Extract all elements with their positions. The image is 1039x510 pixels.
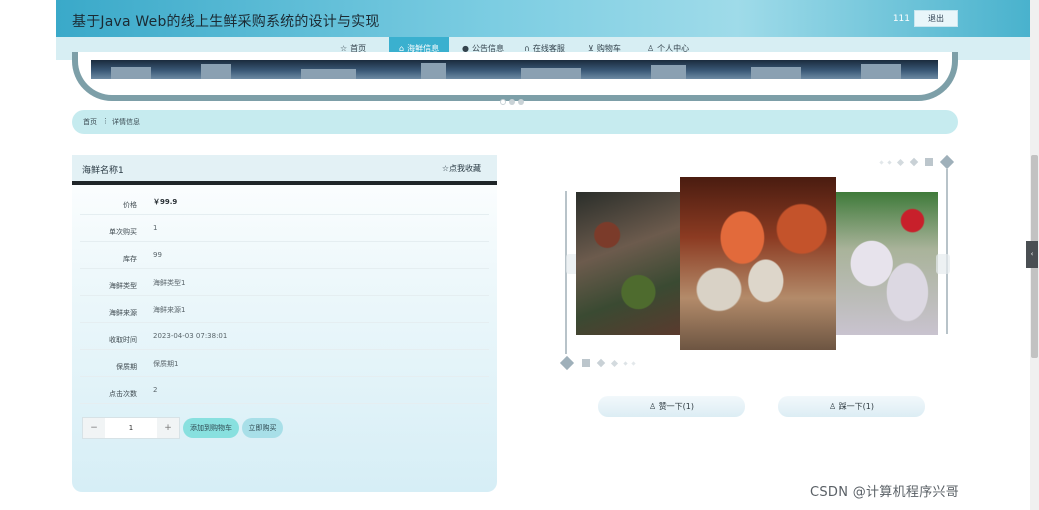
thumbs-up-icon: ♙ — [648, 402, 657, 411]
username: 111 — [892, 14, 910, 24]
field-label: 库存 — [123, 255, 137, 263]
field-row: 库存 99 — [80, 242, 489, 269]
carousel-dot[interactable] — [518, 99, 524, 105]
product-detail-panel: 海鲜名称1 ☆点我收藏 价格 ￥99.9 单次购买 1 库存 99 海鲜类型 海… — [72, 155, 497, 492]
field-label: 海鲜来源 — [109, 309, 137, 317]
breadcrumb-current: 详情信息 — [112, 118, 140, 126]
product-name: 海鲜名称1 — [82, 166, 124, 176]
header-divider — [72, 181, 497, 185]
page: 基于Java Web的线上生鲜采购系统的设计与实现 111 退出 ☆ 首页 ⌂ 海鲜… — [0, 0, 1039, 510]
like-label: 赞一下(1) — [658, 402, 695, 411]
field-value: 2023-04-03 07:38:01 — [153, 332, 228, 340]
favorite-button[interactable]: ☆点我收藏 — [442, 163, 481, 174]
breadcrumb: 首页 ⋮ 详情信息 — [72, 110, 958, 134]
add-to-cart-button[interactable]: 添加到购物车 — [183, 418, 239, 438]
carousel-dot[interactable] — [500, 99, 506, 105]
field-row: 单次购买 1 — [80, 215, 489, 242]
gallery-next-arrow[interactable] — [936, 254, 950, 274]
carousel-dot[interactable] — [509, 99, 515, 105]
like-button[interactable]: ♙ 赞一下(1) — [598, 396, 745, 417]
breadcrumb-home[interactable]: 首页 — [83, 117, 97, 127]
gallery-photo-seafood-buffet[interactable] — [576, 192, 680, 335]
field-value: 99 — [153, 251, 162, 259]
increase-button[interactable]: + — [157, 418, 179, 438]
field-value: 海鲜类型1 — [153, 279, 186, 287]
banner-image — [91, 60, 938, 79]
field-row: 保质期 保质期1 — [80, 350, 489, 377]
field-row: 点击次数 2 — [80, 377, 489, 404]
field-value: 保质期1 — [153, 360, 179, 368]
field-row: 海鲜来源 海鲜来源1 — [80, 296, 489, 323]
detail-header: 海鲜名称1 ☆点我收藏 — [72, 155, 497, 181]
header-bar: 基于Java Web的线上生鲜采购系统的设计与实现 111 退出 — [56, 0, 1030, 37]
field-label: 点击次数 — [109, 390, 137, 398]
watermark: CSDN @计算机程序兴哥 — [810, 485, 960, 500]
field-row: 收取时间 2023-04-03 07:38:01 — [80, 323, 489, 350]
gallery-photo-oysters-lobster[interactable] — [680, 177, 836, 350]
dislike-label: 踩一下(1) — [838, 402, 875, 411]
dislike-button[interactable]: ♙ 踩一下(1) — [778, 396, 925, 417]
field-row: 价格 ￥99.9 — [80, 188, 489, 215]
favorite-label: 点我收藏 — [449, 164, 481, 173]
decrease-button[interactable]: − — [83, 418, 105, 438]
side-collapse-tab[interactable]: ‹ — [1026, 241, 1038, 268]
logout-button[interactable]: 退出 — [914, 10, 958, 27]
field-row: 海鲜类型 海鲜类型1 — [80, 269, 489, 296]
field-label: 保质期 — [116, 363, 137, 371]
quantity-input[interactable] — [105, 418, 157, 438]
field-label: 收取时间 — [109, 336, 137, 344]
quantity-stepper: − + — [82, 417, 180, 439]
gallery-photo-squid[interactable] — [836, 192, 938, 335]
field-value: 海鲜来源1 — [153, 306, 186, 314]
field-label: 价格 — [123, 201, 137, 209]
site-title: 基于Java Web的线上生鲜采购系统的设计与实现 — [72, 14, 380, 30]
field-value: 1 — [153, 224, 158, 232]
buy-now-button[interactable]: 立即购买 — [242, 418, 283, 438]
star-outline-icon: ☆ — [441, 164, 449, 173]
field-label: 海鲜类型 — [109, 282, 137, 290]
field-value: ￥99.9 — [153, 198, 178, 206]
field-label: 单次购买 — [109, 228, 137, 236]
thumbs-down-icon: ♙ — [828, 402, 837, 411]
carousel-indicators — [500, 90, 527, 105]
field-value: 2 — [153, 386, 158, 394]
breadcrumb-separator: ⋮ — [102, 117, 109, 125]
